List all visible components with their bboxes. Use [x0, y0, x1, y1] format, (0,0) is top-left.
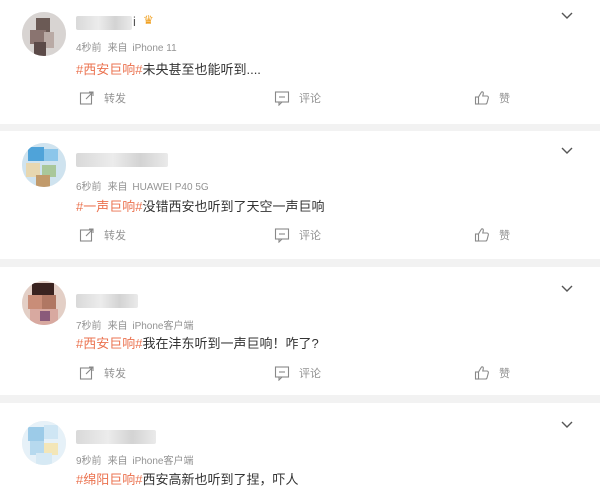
comment-body: 没错西安也听到了天空一声巨响 — [142, 199, 325, 214]
repost-icon — [79, 91, 94, 105]
repost-button[interactable]: 转发 — [79, 365, 126, 381]
thumbs-up-icon — [474, 91, 489, 105]
repost-icon — [79, 366, 94, 380]
comment-button[interactable]: 评论 — [274, 90, 321, 106]
comment-icon — [274, 366, 290, 381]
repost-button[interactable]: 转发 — [79, 90, 126, 106]
action-bar: 转发 评论 赞 — [0, 365, 600, 387]
source-prefix: 来自 — [107, 456, 128, 467]
comment-icon — [274, 91, 290, 106]
thumbs-up-icon — [474, 228, 489, 242]
comment-label: 评论 — [299, 368, 321, 380]
comment-meta: 9秒前 来自 iPhone客户端 — [76, 452, 193, 467]
comment-label: 评论 — [299, 93, 321, 105]
chevron-down-icon[interactable] — [558, 279, 576, 297]
source-prefix: 来自 — [107, 321, 128, 332]
like-button[interactable]: 赞 — [474, 365, 510, 381]
topic-tag[interactable]: #西安巨响# — [76, 336, 142, 351]
action-bar: 转发 评论 赞 — [0, 90, 600, 112]
source-device: iPhone客户端 — [132, 456, 194, 467]
like-label: 赞 — [499, 93, 510, 105]
source-device: iPhone 11 — [132, 43, 177, 54]
repost-label: 转发 — [104, 93, 126, 105]
source-device: HUAWEI P40 5G — [132, 182, 209, 193]
comment-text: #西安巨响#未央甚至也能听到.... — [76, 59, 261, 78]
thumbs-up-icon — [474, 366, 489, 380]
comment-meta: 6秒前 来自 HUAWEI P40 5G — [76, 178, 209, 193]
username-blurred[interactable] — [76, 294, 138, 308]
comment-text: #西安巨响#我在沣东听到一声巨响！咋了? — [76, 333, 319, 352]
comment-card: 9秒前 来自 iPhone客户端 #绵阳巨响#西安高新也听到了捏，吓人 — [0, 403, 600, 500]
source-prefix: 来自 — [107, 43, 128, 54]
repost-icon — [79, 228, 94, 242]
username-blurred[interactable] — [76, 153, 168, 167]
comment-text: #绵阳巨响#西安高新也听到了捏，吓人 — [76, 469, 298, 488]
like-label: 赞 — [499, 230, 510, 242]
repost-button[interactable]: 转发 — [79, 227, 126, 243]
avatar[interactable] — [22, 281, 66, 325]
username-blurred[interactable] — [76, 16, 132, 30]
repost-label: 转发 — [104, 368, 126, 380]
comment-label: 评论 — [299, 230, 321, 242]
comment-body: 西安高新也听到了捏，吓人 — [142, 472, 299, 487]
comment-button[interactable]: 评论 — [274, 365, 321, 381]
action-bar: 转发 评论 赞 — [0, 227, 600, 249]
avatar[interactable] — [22, 421, 66, 465]
comment-body: 我在沣东听到一声巨响！咋了? — [142, 336, 319, 351]
timestamp: 9秒前 — [76, 456, 102, 467]
avatar[interactable] — [22, 12, 66, 56]
comment-button[interactable]: 评论 — [274, 227, 321, 243]
source-device: iPhone客户端 — [132, 321, 194, 332]
topic-tag[interactable]: #西安巨响# — [76, 62, 142, 77]
topic-tag[interactable]: #绵阳巨响# — [76, 472, 142, 487]
comment-icon — [274, 228, 290, 243]
repost-label: 转发 — [104, 230, 126, 242]
avatar[interactable] — [22, 143, 66, 187]
comment-text: #一声巨响#没错西安也听到了天空一声巨响 — [76, 196, 324, 215]
topic-tag[interactable]: #一声巨响# — [76, 199, 142, 214]
like-button[interactable]: 赞 — [474, 90, 510, 106]
chevron-down-icon[interactable] — [558, 6, 576, 24]
source-prefix: 来自 — [107, 182, 128, 193]
comment-meta: 7秒前 来自 iPhone客户端 — [76, 317, 193, 332]
chevron-down-icon[interactable] — [558, 415, 576, 433]
like-label: 赞 — [499, 368, 510, 380]
comment-meta: 4秒前 来自 iPhone 11 — [76, 39, 177, 54]
chevron-down-icon[interactable] — [558, 141, 576, 159]
comment-card: 6秒前 来自 HUAWEI P40 5G #一声巨响#没错西安也听到了天空一声巨响… — [0, 131, 600, 259]
crown-icon: ♛ — [143, 13, 154, 27]
username-tail[interactable]: i — [133, 14, 136, 29]
comment-feed: i ♛ 4秒前 来自 iPhone 11 #西安巨响#未央甚至也能听到.... 转… — [0, 0, 600, 500]
timestamp: 6秒前 — [76, 182, 102, 193]
timestamp: 7秒前 — [76, 321, 102, 332]
username-blurred[interactable] — [76, 430, 156, 444]
like-button[interactable]: 赞 — [474, 227, 510, 243]
comment-card: 7秒前 来自 iPhone客户端 #西安巨响#我在沣东听到一声巨响！咋了? 转发 … — [0, 267, 600, 395]
timestamp: 4秒前 — [76, 43, 102, 54]
comment-body: 未央甚至也能听到.... — [142, 62, 261, 77]
comment-card: i ♛ 4秒前 来自 iPhone 11 #西安巨响#未央甚至也能听到.... 转… — [0, 0, 600, 124]
